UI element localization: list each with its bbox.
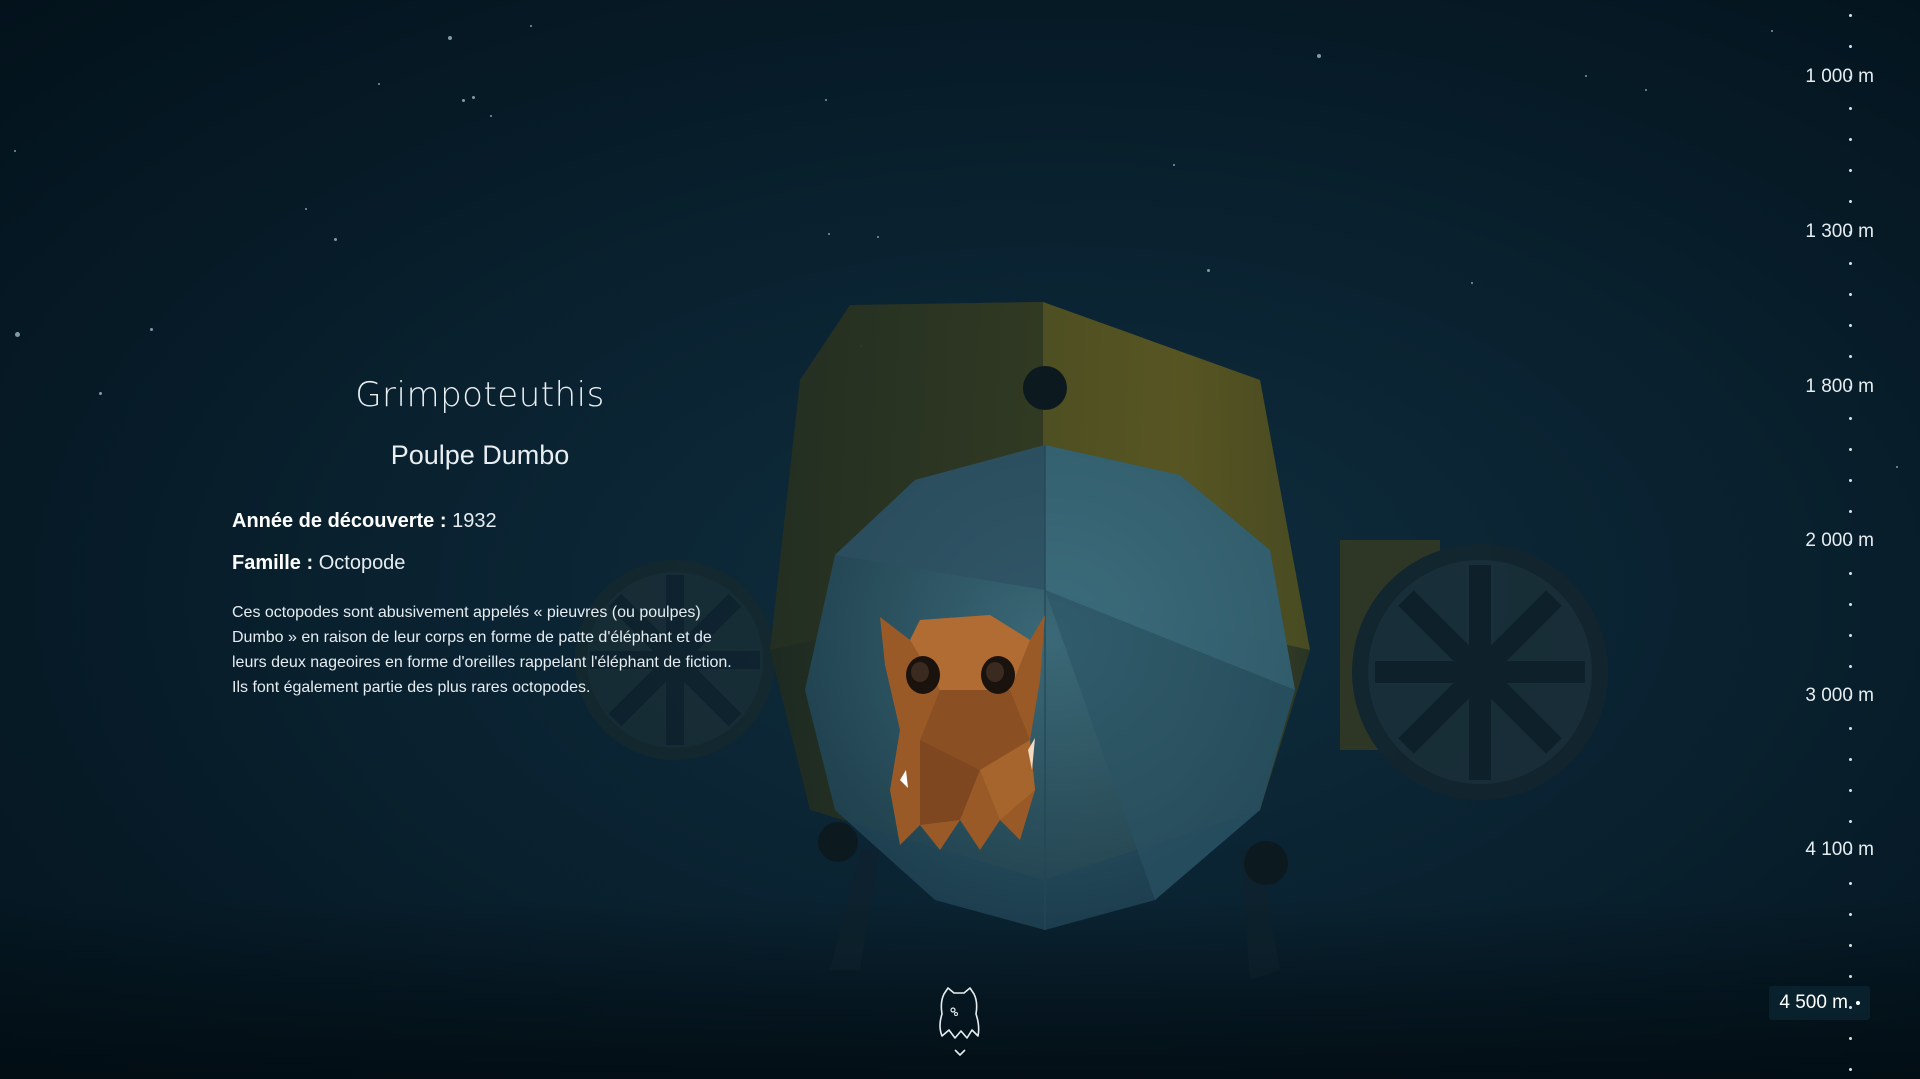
depth-mark[interactable]: 1 000 m xyxy=(1805,66,1874,88)
depth-tick xyxy=(1849,665,1852,668)
depth-tick xyxy=(1849,14,1852,17)
current-depth-dot xyxy=(1856,1000,1860,1005)
particle xyxy=(530,25,532,27)
particle xyxy=(825,99,827,101)
depth-mark[interactable]: 2 000 m xyxy=(1805,530,1874,552)
discovery-year-label: Année de découverte : xyxy=(232,510,447,532)
particle xyxy=(1771,30,1773,32)
particle xyxy=(1173,164,1175,166)
family-value: Octopode xyxy=(318,552,406,574)
depth-tick xyxy=(1849,324,1852,327)
particle xyxy=(150,328,153,331)
depth-tick xyxy=(1849,386,1852,389)
particle xyxy=(1896,466,1898,468)
depth-tick xyxy=(1849,510,1852,513)
depth-tick xyxy=(1849,448,1852,451)
depth-tick xyxy=(1849,200,1852,203)
depth-mark[interactable]: 4 100 m xyxy=(1805,839,1874,861)
creature-common-name: Poulpe Dumbo xyxy=(390,440,570,470)
discovery-year-row: Année de découverte : 1932 xyxy=(232,510,497,533)
depth-tick xyxy=(1849,355,1852,358)
particle xyxy=(334,238,337,241)
depth-tick xyxy=(1849,758,1852,761)
depth-tick xyxy=(1849,603,1852,606)
depth-tick xyxy=(1849,1037,1852,1040)
creature-description: Ces octopodes sont abusivement appelés «… xyxy=(232,600,742,700)
depth-tick xyxy=(1849,1006,1852,1009)
depth-tick xyxy=(1849,1068,1852,1071)
depth-tick xyxy=(1849,727,1852,730)
creature-scientific-name: Grimpoteuthis xyxy=(355,375,605,415)
depth-tick xyxy=(1849,169,1852,172)
depth-tick xyxy=(1849,541,1852,544)
particle xyxy=(877,236,879,238)
depth-mark[interactable]: 1 300 m xyxy=(1805,221,1874,243)
particle xyxy=(1317,54,1321,58)
particle xyxy=(378,83,380,85)
depth-tick xyxy=(1849,262,1852,265)
particle xyxy=(99,392,102,395)
description-line: Ils font également partie des plus rares… xyxy=(232,679,591,696)
particle xyxy=(305,208,307,210)
depth-tick xyxy=(1849,76,1852,79)
particle xyxy=(14,150,16,152)
family-label: Famille : xyxy=(232,552,314,574)
depth-mark[interactable]: 1 800 m xyxy=(1805,376,1874,398)
particle xyxy=(15,332,20,337)
particle xyxy=(462,99,465,102)
depth-tick xyxy=(1849,913,1852,916)
depth-tick xyxy=(1849,45,1852,48)
description-line: leurs deux nageoires en forme d'oreilles… xyxy=(232,654,732,671)
description-line: Ces octopodes sont abusivement appelés «… xyxy=(232,604,701,621)
chevron-down-icon[interactable] xyxy=(950,1046,970,1060)
depth-tick xyxy=(1849,944,1852,947)
depth-tick xyxy=(1849,975,1852,978)
depth-tick xyxy=(1849,138,1852,141)
particle xyxy=(828,233,830,235)
depth-tick xyxy=(1849,851,1852,854)
family-row: Famille : Octopode xyxy=(232,552,405,575)
dumbo-octopus xyxy=(880,615,1045,850)
depth-tick xyxy=(1849,231,1852,234)
particle xyxy=(1471,282,1473,284)
depth-tick xyxy=(1849,820,1852,823)
particle xyxy=(448,36,452,40)
depth-mark[interactable]: 3 000 m xyxy=(1805,685,1874,707)
particle xyxy=(1207,269,1210,272)
depth-tick xyxy=(1849,789,1852,792)
depth-tick xyxy=(1849,882,1852,885)
particle xyxy=(1585,75,1587,77)
depth-tick xyxy=(1849,417,1852,420)
depth-tick xyxy=(1849,572,1852,575)
current-depth-value: 4 500 m xyxy=(1779,992,1848,1013)
current-depth-indicator: 4 500 m xyxy=(1769,986,1870,1020)
depth-tick xyxy=(1849,634,1852,637)
depth-tick xyxy=(1849,107,1852,110)
depth-tick xyxy=(1849,479,1852,482)
creature-outline-icon[interactable] xyxy=(934,986,984,1040)
particle xyxy=(1645,89,1647,91)
particle xyxy=(490,115,492,117)
right-propeller xyxy=(1340,540,1608,800)
depth-tick xyxy=(1849,293,1852,296)
particle xyxy=(472,96,475,99)
description-line: Dumbo » en raison de leur corps en forme… xyxy=(232,629,712,646)
discovery-year-value: 1932 xyxy=(452,510,497,532)
depth-tick xyxy=(1849,696,1852,699)
